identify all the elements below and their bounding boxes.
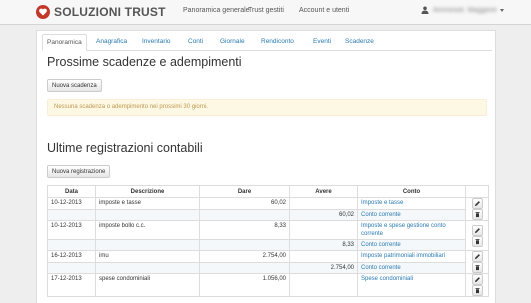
brand-logo-icon [36, 5, 50, 19]
tab-rendiconto[interactable]: Rendiconto [257, 34, 298, 50]
entry-description: imposte e tasse [95, 197, 200, 210]
trash-icon [475, 265, 479, 271]
entry-avere-account-link[interactable]: Conto corrente [357, 261, 466, 274]
entry-avere-empty [289, 220, 358, 240]
edit-button[interactable] [471, 198, 483, 209]
entry-actions [465, 250, 489, 274]
entry-actions [465, 197, 489, 221]
user-menu[interactable]: Amministr. Maggiore [421, 6, 504, 14]
new-entry-button[interactable]: Nuova registrazione [47, 165, 111, 178]
table-row: 60,02 Conto corrente [47, 208, 489, 221]
user-name: Amministr. Maggiore [433, 6, 497, 14]
delete-button[interactable] [471, 285, 483, 296]
pencil-icon [474, 227, 480, 233]
tab-anagrafica[interactable]: Anagrafica [92, 34, 131, 50]
entry-avere-empty [289, 197, 358, 210]
entry-description: spese condominiali [95, 273, 200, 297]
entry-dare: 8,33 [199, 220, 290, 240]
entry-avere-account-link[interactable]: Conto corrente [357, 239, 466, 251]
column-header-descrizione: Descrizione [95, 185, 200, 198]
trash-icon [475, 238, 479, 244]
delete-button[interactable] [471, 235, 483, 247]
edit-button[interactable] [471, 224, 483, 236]
entry-description: imu [95, 250, 200, 263]
entry-dare-account-link[interactable]: Spese condominiali [357, 273, 466, 297]
trash-icon [475, 288, 479, 294]
chevron-down-icon [499, 8, 504, 12]
new-deadline-button[interactable]: Nuova scadenza [47, 79, 102, 92]
pencil-icon [474, 254, 480, 259]
entry-avere-empty [289, 273, 358, 297]
column-header-actions [465, 185, 489, 198]
table-header-row: Data Descrizione Dare Avere Conto [47, 185, 489, 198]
entry-avere-account-link[interactable]: Conto corrente [357, 208, 466, 221]
nav-trust-gestiti[interactable]: Trust gestiti [248, 7, 284, 14]
table-row: 2.754,00 Conto corrente [47, 261, 489, 274]
nav-account-utenti[interactable]: Account e utenti [299, 7, 349, 14]
main-panel: Panoramica Anagrafica Inventario Conti G… [36, 30, 496, 303]
brand[interactable]: SOLUZIONI TRUST [36, 2, 166, 22]
tab-panoramica[interactable]: Panoramica [42, 34, 87, 51]
brand-name: SOLUZIONI TRUST [54, 5, 166, 19]
table-row: 10-12-2013 imposte e tasse 60,02 Imposte… [47, 197, 489, 221]
entry-date: 10-12-2013 [47, 197, 96, 210]
column-header-data: Data [47, 185, 96, 198]
pencil-icon [474, 201, 480, 206]
tab-inventario[interactable]: Inventario [138, 34, 175, 50]
tab-giornale[interactable]: Giornale [216, 34, 249, 50]
trash-icon [475, 212, 479, 218]
delete-button[interactable] [471, 209, 483, 220]
section-title-scadenze: Prossime scadenze e adempimenti [47, 55, 242, 69]
column-header-dare: Dare [199, 185, 290, 198]
table-row: 17-12-2013 spese condominiali 1.056,00 S… [47, 273, 489, 297]
section-title-registrazioni: Ultime registrazioni contabili [47, 141, 203, 155]
column-header-conto: Conto [357, 185, 466, 198]
table-row: 16-12-2013 imu 2.754,00 Imposte patrimon… [47, 250, 489, 274]
delete-button[interactable] [471, 262, 483, 273]
entries-table: Data Descrizione Dare Avere Conto 10-12-… [47, 185, 489, 297]
top-navbar: SOLUZIONI TRUST Panoramica generale Trus… [0, 0, 531, 25]
entry-avere: 2.754,00 [289, 261, 358, 274]
tab-bar: Panoramica Anagrafica Inventario Conti G… [42, 34, 492, 51]
entry-actions [465, 273, 489, 297]
entry-actions [465, 220, 489, 251]
entry-dare: 1.056,00 [199, 273, 290, 297]
entry-date: 17-12-2013 [47, 273, 96, 297]
tab-scadenze[interactable]: Scadenze [341, 34, 378, 50]
entry-avere: 60,02 [289, 208, 358, 221]
entry-dare-account-link[interactable]: Imposte patrimoniali immobiliari [357, 250, 466, 263]
tab-eventi[interactable]: Eventi [309, 34, 335, 50]
entry-dare-account-link[interactable]: Imposte e spese gestione conto corrente [357, 220, 466, 240]
entry-avere-empty [289, 250, 358, 263]
table-row: 8,33 Conto corrente [47, 239, 489, 251]
no-deadlines-alert: Nessuna scadenza o adempimento nei pross… [47, 99, 487, 116]
entry-date: 10-12-2013 [47, 220, 96, 240]
entry-avere: 8,33 [289, 239, 358, 251]
user-icon [421, 6, 429, 14]
entry-dare: 2.754,00 [199, 250, 290, 263]
entry-dare: 60,02 [199, 197, 290, 210]
entry-description: imposte bollo c.c. [95, 220, 200, 240]
nav-panoramica-generale[interactable]: Panoramica generale [183, 7, 250, 14]
pencil-icon [474, 277, 480, 282]
column-header-avere: Avere [289, 185, 358, 198]
table-row: 10-12-2013 imposte bollo c.c. 8,33 Impos… [47, 220, 489, 251]
tab-conti[interactable]: Conti [184, 34, 207, 50]
entry-date: 16-12-2013 [47, 250, 96, 263]
edit-button[interactable] [471, 251, 483, 262]
entry-dare-account-link[interactable]: Imposte e tasse [357, 197, 466, 210]
edit-button[interactable] [471, 274, 483, 285]
